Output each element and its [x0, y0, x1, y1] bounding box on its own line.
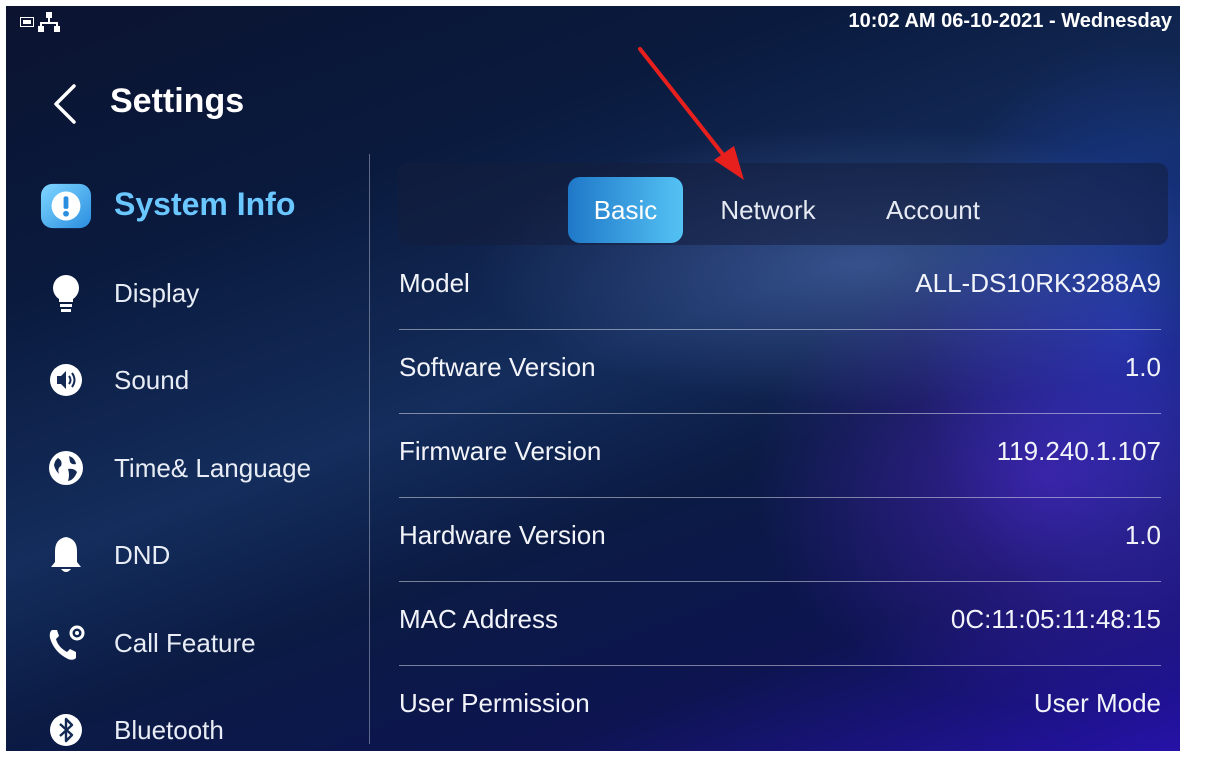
sidebar-item-bluetooth[interactable]: Bluetooth: [6, 700, 366, 751]
network-icon: [38, 12, 60, 32]
settings-screen: 10:02 AM 06-10-2021 - Wednesday Settings…: [6, 6, 1180, 751]
info-row-mac-address: MAC Address 0C:11:05:11:48:15: [399, 582, 1161, 666]
sidebar-item-dnd[interactable]: DND: [6, 525, 366, 585]
sidebar-item-display[interactable]: Display: [6, 263, 366, 323]
info-label: Software Version: [399, 352, 596, 382]
info-label: User Permission: [399, 688, 590, 718]
info-row-hardware-version: Hardware Version 1.0: [399, 498, 1161, 582]
info-label: Firmware Version: [399, 436, 602, 466]
status-datetime: 10:02 AM 06-10-2021 - Wednesday: [848, 10, 1173, 32]
info-value: 1.0: [1124, 352, 1161, 382]
sidebar-item-label: Call Feature: [114, 628, 256, 658]
screen-icon: [20, 17, 34, 27]
sidebar-item-label: System Info: [114, 186, 296, 222]
sidebar-item-label: Sound: [114, 365, 190, 395]
globe-icon: [40, 448, 92, 488]
info-value: 119.240.1.107: [996, 436, 1161, 466]
speaker-icon: [40, 360, 92, 400]
phone-settings-icon: [40, 623, 92, 663]
info-value: 0C:11:05:11:48:15: [950, 604, 1161, 634]
info-label: MAC Address: [399, 604, 558, 634]
tab-bar: Basic Network Account: [398, 163, 1168, 245]
sidebar-item-sound[interactable]: Sound: [6, 350, 366, 410]
sidebar-item-time-language[interactable]: Time& Language: [6, 438, 366, 498]
sidebar-item-label: DND: [114, 540, 171, 570]
bluetooth-icon: [40, 710, 92, 750]
info-label: Hardware Version: [399, 520, 606, 550]
tab-network[interactable]: Network: [703, 177, 833, 243]
sidebar-item-label: Time& Language: [114, 453, 312, 483]
sidebar-item-system-info[interactable]: System Info: [6, 176, 366, 236]
sidebar-item-call-feature[interactable]: Call Feature: [6, 613, 366, 673]
info-value: ALL-DS10RK3288A9: [915, 268, 1161, 298]
info-value: User Mode: [1033, 688, 1161, 718]
tab-basic[interactable]: Basic: [568, 177, 683, 243]
status-bar: 10:02 AM 06-10-2021 - Wednesday: [6, 6, 1180, 38]
info-row-user-permission: User Permission User Mode: [399, 666, 1161, 750]
tab-account[interactable]: Account: [863, 177, 1003, 243]
info-icon: [40, 183, 92, 229]
chevron-left-icon[interactable]: [50, 82, 80, 126]
info-label: Model: [399, 268, 470, 298]
bell-icon: [40, 535, 92, 575]
sidebar-divider: [369, 154, 370, 744]
info-row-firmware-version: Firmware Version 119.240.1.107: [399, 414, 1161, 498]
info-value: 1.0: [1124, 520, 1161, 550]
sidebar-item-label: Display: [114, 278, 200, 308]
sidebar-item-label: Bluetooth: [114, 715, 224, 745]
info-row-model: Model ALL-DS10RK3288A9: [399, 246, 1161, 330]
info-row-software-version: Software Version 1.0: [399, 330, 1161, 414]
bulb-icon: [40, 273, 92, 313]
page-title: Settings: [110, 82, 245, 120]
